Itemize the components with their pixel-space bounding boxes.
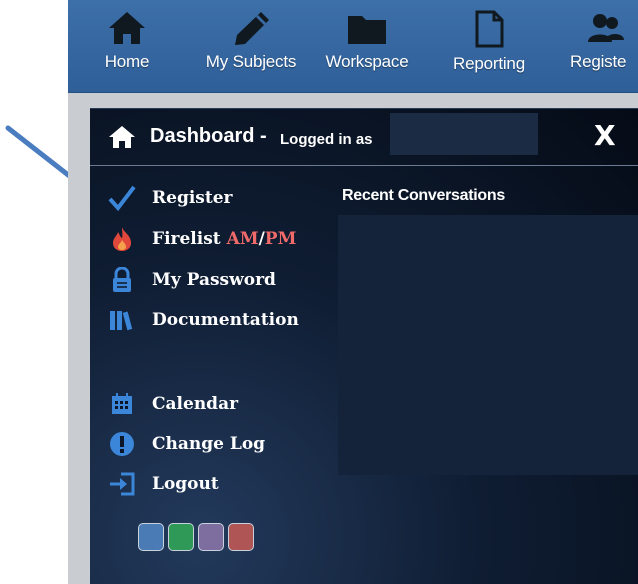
redacted-username: [390, 113, 538, 155]
logged-in-label: Logged in as: [280, 131, 373, 148]
nav-my-subjects-label: My Subjects: [205, 52, 297, 71]
books-icon: [108, 306, 136, 334]
calendar-icon: [108, 390, 136, 418]
firelist-pm-link[interactable]: PM: [265, 229, 297, 249]
folder-icon: [348, 16, 386, 44]
top-navigation: Home My Subjects Workspace Reporting Reg…: [68, 0, 638, 93]
fire-icon: [108, 225, 136, 253]
menu-item-label: Documentation: [152, 310, 299, 330]
theme-swatch-purple[interactable]: [198, 523, 224, 551]
dashboard-header: Dashboard - Logged in as X: [90, 109, 638, 166]
checkmark-icon: [108, 184, 136, 212]
dashboard-title: Dashboard -: [150, 125, 267, 147]
menu-item-my-password[interactable]: My Password: [108, 265, 276, 295]
nav-workspace-label: Workspace: [325, 52, 409, 71]
nav-my-subjects[interactable]: My Subjects: [196, 10, 306, 90]
menu-item-label: Register: [152, 188, 233, 208]
nav-register[interactable]: Registe: [570, 10, 638, 90]
nav-home[interactable]: Home: [92, 10, 162, 90]
firelist-label: Firelist: [152, 229, 221, 249]
home-icon: [109, 12, 145, 44]
dashboard-panel: Dashboard - Logged in as X Register Fire…: [90, 108, 638, 584]
nav-register-label: Registe: [570, 52, 627, 71]
recent-conversations-title: Recent Conversations: [342, 187, 505, 204]
menu-item-register[interactable]: Register: [108, 183, 232, 213]
menu-item-label: Firelist AM/PM: [152, 229, 296, 249]
theme-swatch-red[interactable]: [228, 523, 254, 551]
nav-reporting[interactable]: Reporting: [444, 10, 534, 90]
users-icon: [588, 14, 624, 42]
pencil-icon: [235, 12, 269, 45]
recent-conversations-list[interactable]: [338, 215, 638, 475]
menu-item-logout[interactable]: Logout: [108, 469, 219, 499]
document-icon: [475, 10, 504, 48]
menu-item-documentation[interactable]: Documentation: [108, 305, 299, 335]
theme-swatch-blue[interactable]: [138, 523, 164, 551]
close-button[interactable]: X: [594, 119, 616, 152]
lock-icon: [108, 266, 136, 294]
menu-item-label: Logout: [152, 474, 219, 494]
home-icon: [109, 126, 135, 148]
nav-home-label: Home: [104, 52, 150, 71]
logout-icon: [108, 470, 136, 498]
app-window: Home My Subjects Workspace Reporting Reg…: [68, 0, 638, 584]
nav-reporting-label: Reporting: [453, 54, 525, 73]
menu-item-firelist[interactable]: Firelist AM/PM: [108, 224, 296, 254]
alert-icon: [108, 430, 136, 458]
menu-item-label: Change Log: [152, 434, 266, 454]
theme-swatches: [138, 523, 254, 551]
theme-swatch-green[interactable]: [168, 523, 194, 551]
menu-item-change-log[interactable]: Change Log: [108, 429, 265, 459]
firelist-am-link[interactable]: AM: [227, 229, 259, 249]
menu-item-label: Calendar: [152, 394, 239, 414]
nav-workspace[interactable]: Workspace: [318, 10, 416, 90]
menu-item-calendar[interactable]: Calendar: [108, 389, 238, 419]
menu-item-label: My Password: [152, 270, 276, 290]
